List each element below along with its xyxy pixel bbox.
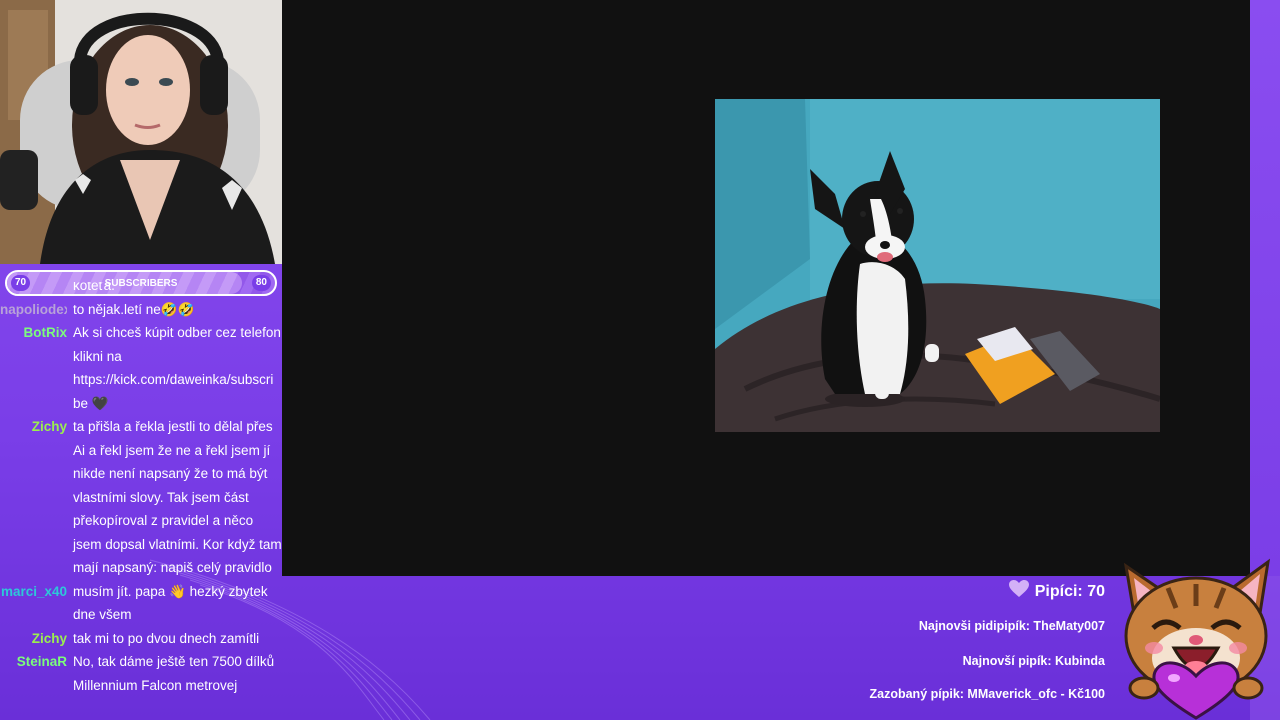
chat-message-line: Ai a řekl jsem že ne a řekl jsem jí [73,442,271,458]
heart-icon [1008,580,1029,597]
cat-mascot [1108,548,1280,720]
chat-message-line: nikde není napsaný že to má být [73,466,268,481]
chat-message-text: to nějak.letí ne🤣🤣 [73,298,279,322]
chat-message-line: to nějak.letí ne🤣🤣 [73,301,195,317]
subscriber-goal-current: 70 [11,275,31,291]
chat-message-line: ta přišla a řekla jestli to dělal přes [73,419,273,434]
chat-username[interactable]: Zichy [0,627,67,651]
chat-message-line: vlastními slovy. Tak jsem část [73,489,249,505]
chat-message-text: No, tak dáme ještě ten 7500 dílků Millenn… [73,650,279,697]
dog-photo [715,99,1160,432]
chat-username[interactable]: SteinaR [0,650,67,674]
webcam-feed [0,0,282,264]
chat-message-line: https://kick.com/daweinka/subscri [73,372,274,387]
chat-message-line: jsem dopsal vlatními. Kor když tam [73,536,282,552]
pipici-counter: Pipíci: 70 [1008,580,1105,601]
chat-message-text: musím jít. papa 👋 hezký zbytek dne všem [73,580,279,627]
chat-message-line: klikni na [73,348,122,364]
subscriber-goal-target: 80 [251,275,271,291]
chat-message-line: musím jít. papa 👋 hezký zbytek [73,583,268,599]
chat-username[interactable]: Zichy [0,415,67,439]
chat-username[interactable]: napoliodex [0,298,67,322]
chat-panel: koteťa. napoliodex to nějak.letí ne🤣🤣 BotRi… [0,282,282,720]
chat-message-text: tak mi to po dvou dnech zamítli [73,627,279,651]
pipici-text: Pipíci: 70 [1034,583,1105,600]
chat-message-line: dne všem [73,607,132,622]
chat-message-text: ta přišla a řekla jestli to dělal přes Ai… [73,415,282,580]
chat-message-line: Ak si chceš kúpit odber cez telefon [73,325,281,340]
right-border-strip [1250,0,1280,576]
chat-message-line: tak mi to po dvou dnech zamítli [73,630,260,646]
chat-message-text: Ak si chceš kúpit odber cez telefon klikn… [73,321,281,415]
newest-sub: Najnovši pidipipík: TheMaty007 [918,619,1105,633]
chat-message-line: be 🖤 [73,395,109,411]
chat-message-line: překopíroval z pravidel a něco [73,513,254,528]
chat-message-line: No, tak dáme ještě ten 7500 dílků [73,654,275,669]
top-donor: Zazobaný pípik: MMaverick_ofc - Kč100 [869,687,1106,701]
subscriber-goal-label: SUBSCRIBERS [104,277,178,289]
chat-username[interactable]: marci_x40 [0,580,67,604]
chat-message-line: mají napsaný: napiš celý pravidlo [73,560,272,575]
newest-follower: Najnovší pipík: Kubinda [962,654,1105,668]
chat-message-line: Millennium Falcon metrovej [73,677,238,693]
chat-username[interactable]: BotRix [0,321,68,345]
